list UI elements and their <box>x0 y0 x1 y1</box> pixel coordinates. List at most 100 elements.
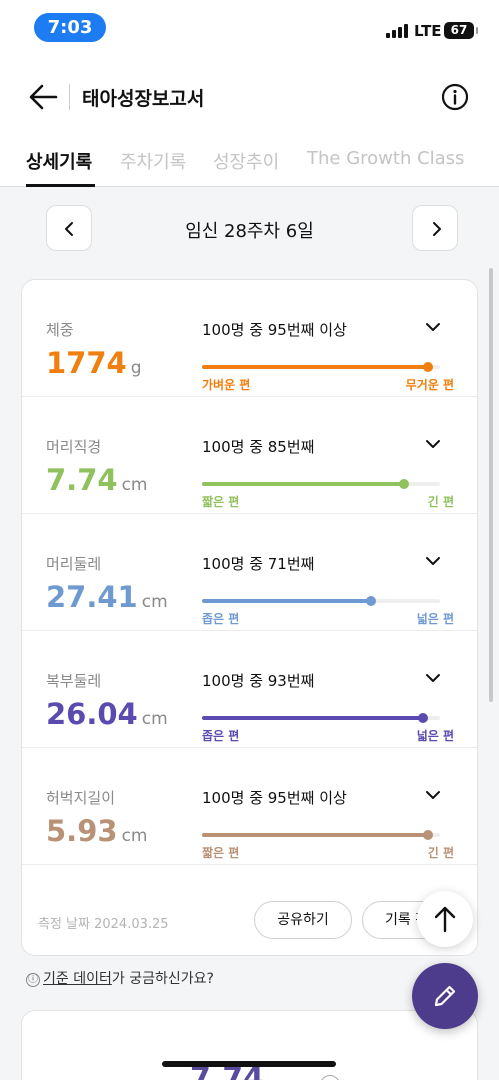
metric-unit: cm <box>141 709 168 729</box>
percentile-bar <box>202 362 440 372</box>
percentile-bar <box>202 830 440 840</box>
tab-bar: 상세기록 주차기록 성장추이 The Growth Class <box>0 140 499 187</box>
title-divider <box>69 84 70 110</box>
arrow-up-icon <box>434 906 456 933</box>
metric-row-head-diameter: 머리직경 7.74 cm 100명 중 85번째 짧은 편 긴 편 <box>22 397 477 514</box>
metric-name: 체중 <box>46 321 74 339</box>
scrollbar[interactable] <box>489 268 493 702</box>
metric-unit: cm <box>121 475 148 495</box>
signal-icon <box>386 24 410 38</box>
bar-high-label: 긴 편 <box>427 846 454 860</box>
percentile-bar-fill <box>202 833 428 837</box>
tab-growth-trend[interactable]: 성장추이 <box>213 148 279 174</box>
metric-row-abdominal-circumference: 복부둘레 26.04 cm 100명 중 93번째 좁은 편 넓은 편 <box>22 631 477 748</box>
metric-value: 27.41 cm <box>46 580 168 619</box>
metric-row-head-circumference: 머리둘레 27.41 cm 100명 중 71번째 좁은 편 넓은 편 <box>22 514 477 631</box>
chevron-down-icon <box>426 323 440 331</box>
tab-weekly-record[interactable]: 주차기록 <box>120 148 186 174</box>
status-time: 7:03 <box>34 13 106 42</box>
percentile-bar <box>202 596 440 606</box>
network-label: LTE <box>414 22 442 40</box>
metric-row-weight: 체중 1774 g 100명 중 95번째 이상 가벼운 편 무거운 편 <box>22 280 477 397</box>
bar-low-label: 짧은 편 <box>202 846 240 860</box>
metric-value: 26.04 cm <box>46 697 168 736</box>
next-card: 7.74 <box>21 1010 478 1080</box>
chevron-down-icon <box>426 674 440 682</box>
scroll-top-button[interactable] <box>417 891 473 947</box>
metric-unit: cm <box>141 592 168 612</box>
metric-unit: cm <box>121 826 148 846</box>
percentile-marker <box>366 596 376 606</box>
reference-data-text: 가 궁금하신가요? <box>111 971 214 987</box>
top-area: 7:03 LTE 67 태아성장보고서 상세기록 주차기록 성장추이 The G… <box>0 0 499 187</box>
expand-button[interactable] <box>420 548 446 574</box>
chevron-down-icon <box>426 791 440 799</box>
chevron-down-icon <box>426 557 440 565</box>
metric-number: 26.04 <box>46 697 138 731</box>
bar-high-label: 넓은 편 <box>416 729 454 743</box>
back-button[interactable] <box>26 80 62 114</box>
bar-low-label: 짧은 편 <box>202 495 240 509</box>
expand-button[interactable] <box>420 665 446 691</box>
battery-icon: 67 <box>444 22 478 39</box>
percentile-bar <box>202 713 440 723</box>
metric-value: 7.74 cm <box>46 463 147 502</box>
next-week-button[interactable] <box>412 205 458 251</box>
reference-data-note: ⓘ 기준 데이터가 궁금하신가요? <box>26 968 214 988</box>
chevron-down-icon <box>426 440 440 448</box>
percentile-marker <box>423 830 433 840</box>
percentile-marker <box>423 362 433 372</box>
percentile-bar-fill <box>202 365 428 369</box>
week-navigator: 임신 28주차 6일 <box>0 200 499 256</box>
share-button[interactable]: 공유하기 <box>254 901 352 939</box>
expand-button[interactable] <box>420 314 446 340</box>
metric-unit: g <box>130 358 142 378</box>
metric-rank: 100명 중 71번째 <box>202 555 315 573</box>
metric-rank: 100명 중 93번째 <box>202 672 315 690</box>
metric-rank: 100명 중 95번째 이상 <box>202 789 347 807</box>
tab-detail-record[interactable]: 상세기록 <box>26 148 92 174</box>
measure-date: 측정 날짜 2024.03.25 <box>38 917 169 932</box>
arrow-left-icon <box>29 84 58 110</box>
metric-number: 1774 <box>46 346 127 380</box>
card-footer: 측정 날짜 2024.03.25 공유하기 기록 편 <box>22 865 477 955</box>
growth-report-card: 체중 1774 g 100명 중 95번째 이상 가벼운 편 무거운 편 머리직경… <box>21 279 478 956</box>
info-icon <box>320 1075 340 1080</box>
reference-data-link[interactable]: 기준 데이터 <box>43 971 112 987</box>
percentile-bar <box>202 479 440 489</box>
percentile-marker <box>418 713 428 723</box>
bar-low-label: 좁은 편 <box>202 612 240 626</box>
metric-rank: 100명 중 95번째 이상 <box>202 321 347 339</box>
page-title: 태아성장보고서 <box>82 88 205 110</box>
tab-growth-class[interactable]: The Growth Class <box>307 148 464 169</box>
active-tab-indicator <box>26 184 95 187</box>
metric-name: 복부둘레 <box>46 672 102 690</box>
metric-row-femur-length: 허벅지길이 5.93 cm 100명 중 95번째 이상 짧은 편 긴 편 <box>22 748 477 865</box>
metric-number: 7.74 <box>46 463 118 497</box>
metric-number: 5.93 <box>46 814 118 848</box>
percentile-bar-fill <box>202 599 371 603</box>
metric-value: 5.93 cm <box>46 814 147 853</box>
info-icon: ⓘ <box>26 973 40 987</box>
metric-value: 1774 g <box>46 346 142 385</box>
bar-high-label: 긴 편 <box>427 495 454 509</box>
expand-button[interactable] <box>420 431 446 457</box>
pencil-icon <box>434 985 456 1007</box>
metric-name: 머리둘레 <box>46 555 102 573</box>
status-bar: 7:03 LTE 67 <box>0 0 499 56</box>
chevron-right-icon <box>433 222 441 236</box>
info-circle-icon <box>441 83 469 111</box>
metric-number: 27.41 <box>46 580 138 614</box>
expand-button[interactable] <box>420 782 446 808</box>
info-button[interactable] <box>440 82 470 112</box>
write-record-button[interactable] <box>412 963 478 1029</box>
bar-low-label: 가벼운 편 <box>202 378 251 392</box>
metric-name: 머리직경 <box>46 438 102 456</box>
home-indicator <box>162 1061 336 1067</box>
percentile-bar-fill <box>202 716 423 720</box>
bar-high-label: 무거운 편 <box>405 378 454 392</box>
metric-rank: 100명 중 85번째 <box>202 438 315 456</box>
metric-name: 허벅지길이 <box>46 789 116 807</box>
percentile-marker <box>399 479 409 489</box>
percentile-bar-fill <box>202 482 404 486</box>
